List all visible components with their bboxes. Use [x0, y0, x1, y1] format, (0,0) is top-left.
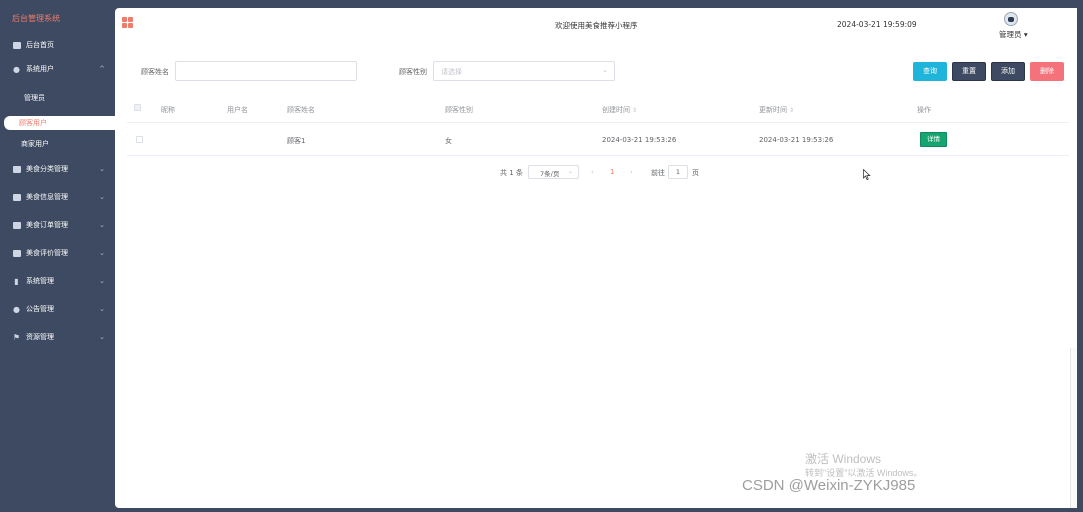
col-actions: 操作 — [917, 106, 931, 114]
sidebar-item-home[interactable]: 后台首页 — [0, 38, 115, 52]
table-header: 昵称 用户名 顾客姓名 顾客性别 创建时间 ⇕ 更新时间 ⇕ 操作 — [127, 96, 1069, 123]
name-input[interactable] — [175, 61, 357, 81]
chevron-down-icon: ⌄ — [567, 168, 573, 175]
sidebar-item-label: 公告管理 — [26, 305, 54, 313]
cell-created: 2024-03-21 19:53:26 — [602, 136, 677, 144]
chevron-down-icon: ⌄ — [99, 193, 105, 201]
sidebar-subitem-label: 管理员 — [24, 94, 45, 102]
sidebar-item-system-users[interactable]: ● 系统用户 ^ — [0, 56, 115, 82]
sort-icon[interactable]: ⇕ — [789, 107, 794, 114]
caret-down-icon: ▾ — [1021, 30, 1028, 39]
reset-button[interactable]: 重置 — [952, 62, 986, 81]
name-label: 顾客姓名 — [141, 68, 169, 76]
sidebar-item-food-orders[interactable]: 美食订单管理 ⌄ — [0, 211, 115, 239]
sidebar-item-label: 美食分类管理 — [26, 165, 68, 173]
gender-placeholder: 请选择 — [441, 68, 462, 76]
page-size-value: 7条/页 — [540, 170, 560, 178]
sidebar-subitem-admin[interactable]: 管理员 — [0, 82, 115, 114]
user-name: 管理员 — [999, 30, 1022, 39]
sidebar-item-label: 美食评价管理 — [26, 249, 68, 257]
delete-button[interactable]: 删除 — [1030, 62, 1064, 81]
sidebar-item-system[interactable]: ▮ 系统管理 ⌄ — [0, 267, 115, 295]
top-bar: 欢迎使用美食推荐小程序 2024-03-21 19:59:09 管理员 ▾ — [115, 8, 1077, 42]
chevron-down-icon: ⌄ — [99, 277, 105, 285]
csdn-watermark: CSDN @Weixin-ZYKJ985 — [742, 477, 916, 494]
sidebar: 后台管理系统 后台首页 ● 系统用户 ^ 管理员 顾客用户 商家用户 美食分类管… — [0, 0, 115, 512]
bar-chart-icon: ▮ — [14, 276, 19, 286]
chevron-down-icon: ⌄ — [99, 221, 105, 229]
detail-button[interactable]: 详情 — [920, 132, 947, 147]
pagination-total: 共 1 条 — [500, 169, 523, 177]
avatar[interactable] — [1004, 12, 1018, 26]
sidebar-item-announcements[interactable]: ● 公告管理 ⌄ — [0, 295, 115, 323]
list-icon — [12, 193, 21, 202]
windows-activation-title: 激活 Windows — [805, 452, 882, 466]
monitor-icon — [12, 41, 21, 50]
col-gender: 顾客性别 — [445, 106, 473, 114]
cell-updated: 2024-03-21 19:53:26 — [759, 136, 834, 144]
gender-select[interactable]: 请选择 ⌄ — [433, 61, 615, 81]
datetime: 2024-03-21 19:59:09 — [837, 20, 917, 29]
chevron-down-icon: ⌄ — [99, 249, 105, 257]
info-icon: ● — [13, 304, 20, 314]
chevron-down-icon: ⌄ — [99, 305, 105, 313]
cell-name: 顾客1 — [287, 137, 306, 145]
sidebar-subitem-label: 顾客用户 — [19, 119, 47, 127]
list-icon — [12, 249, 21, 258]
chevron-down-icon: ⌄ — [99, 333, 105, 341]
col-updated[interactable]: 更新时间 ⇕ — [759, 105, 794, 115]
sidebar-item-label: 美食信息管理 — [26, 193, 68, 201]
chevron-down-icon: ⌄ — [602, 66, 608, 74]
table-row: 顾客1 女 2024-03-21 19:53:26 2024-03-21 19:… — [127, 123, 1069, 156]
search-row: 顾客姓名 顾客性别 请选择 ⌄ 查询 重置 添加 删除 — [115, 61, 1077, 83]
flag-icon: ⚑ — [12, 332, 21, 342]
list-icon — [12, 165, 21, 174]
mouse-cursor-icon — [863, 169, 871, 180]
sort-icon[interactable]: ⇕ — [632, 107, 637, 114]
main-panel: 欢迎使用美食推荐小程序 2024-03-21 19:59:09 管理员 ▾ 顾客… — [115, 8, 1077, 508]
row-checkbox[interactable] — [136, 136, 143, 143]
goto-label: 前往 — [651, 169, 665, 177]
page-number-current[interactable]: 1 — [610, 168, 614, 176]
pagination: 共 1 条 7条/页 ⌄ ‹ 1 › 前往 1 页 — [115, 165, 1077, 179]
sidebar-item-label: 系统管理 — [26, 277, 54, 285]
chevron-down-icon: ⌄ — [99, 165, 105, 173]
sidebar-subitem-customer[interactable]: 顾客用户 — [4, 116, 115, 130]
next-page-icon[interactable]: › — [630, 168, 633, 176]
user-menu[interactable]: 管理员 ▾ — [999, 29, 1028, 40]
cell-gender: 女 — [445, 137, 452, 145]
sidebar-item-label: 系统用户 — [26, 65, 54, 73]
query-button[interactable]: 查询 — [913, 62, 947, 81]
sidebar-item-food-info[interactable]: 美食信息管理 ⌄ — [0, 183, 115, 211]
user-icon: ● — [13, 64, 20, 74]
col-username: 用户名 — [227, 106, 248, 114]
brand-title: 后台管理系统 — [12, 14, 60, 23]
list-icon — [12, 221, 21, 230]
sidebar-item-label: 后台首页 — [26, 41, 54, 49]
gender-label: 顾客性别 — [399, 68, 427, 76]
sidebar-subitem-merchant[interactable]: 商家用户 — [0, 133, 115, 155]
col-created[interactable]: 创建时间 ⇕ — [602, 105, 637, 115]
sidebar-item-label: 美食订单管理 — [26, 221, 68, 229]
customer-table: 昵称 用户名 顾客姓名 顾客性别 创建时间 ⇕ 更新时间 ⇕ 操作 顾客1 女 20… — [127, 96, 1069, 156]
welcome-text: 欢迎使用美食推荐小程序 — [555, 21, 638, 30]
scrollbar[interactable] — [1070, 348, 1077, 508]
col-updated-label: 更新时间 — [759, 106, 787, 114]
chevron-up-icon: ^ — [99, 65, 105, 73]
menu-toggle-icon[interactable] — [122, 17, 133, 28]
sidebar-item-resources[interactable]: ⚑ 资源管理 ⌄ — [0, 323, 115, 351]
sidebar-item-label: 资源管理 — [26, 333, 54, 341]
sidebar-subitem-label: 商家用户 — [21, 140, 49, 148]
sidebar-item-food-category[interactable]: 美食分类管理 ⌄ — [0, 155, 115, 183]
page-suffix: 页 — [692, 169, 699, 177]
col-name: 顾客姓名 — [287, 106, 315, 114]
prev-page-icon[interactable]: ‹ — [591, 168, 594, 176]
add-button[interactable]: 添加 — [991, 62, 1025, 81]
page-size-select[interactable]: 7条/页 ⌄ — [528, 165, 579, 179]
sidebar-item-food-reviews[interactable]: 美食评价管理 ⌄ — [0, 239, 115, 267]
goto-page-input[interactable]: 1 — [668, 165, 688, 179]
col-created-label: 创建时间 — [602, 106, 630, 114]
col-nickname: 昵称 — [161, 106, 175, 114]
select-all-checkbox[interactable] — [134, 104, 141, 111]
